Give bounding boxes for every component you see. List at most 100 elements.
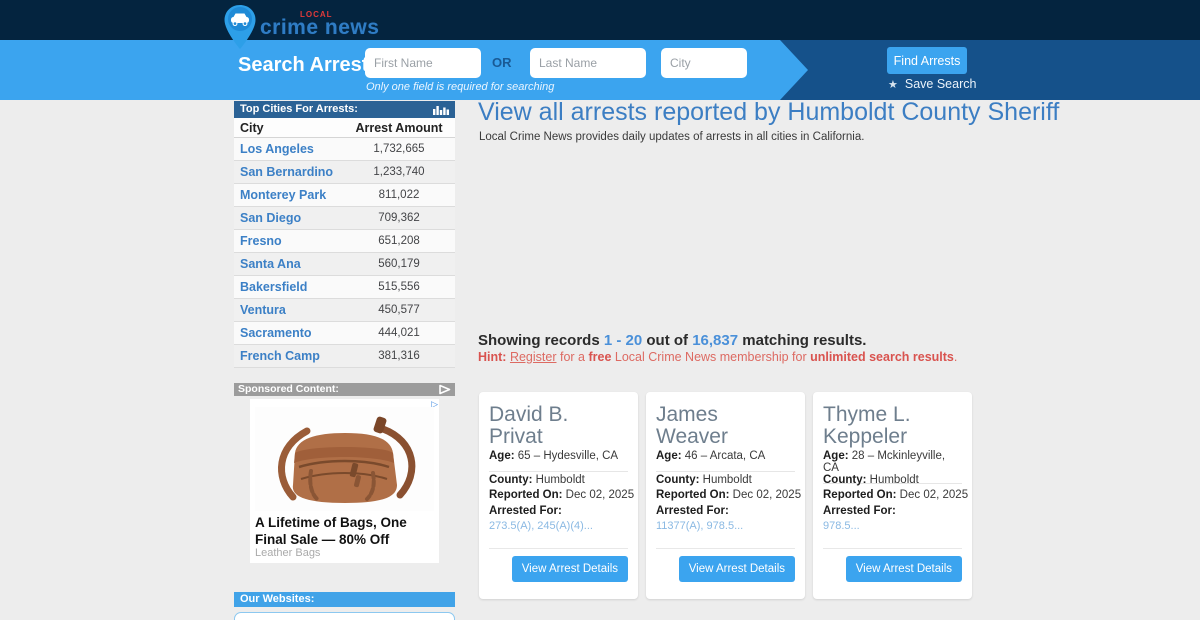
charges-link[interactable]: 978.5...: [823, 520, 860, 532]
hint-label: Hint:: [478, 350, 507, 364]
hint-period: .: [953, 350, 958, 364]
reported-label: Reported On:: [656, 489, 730, 502]
name-line1: James: [656, 403, 718, 426]
county-label: County:: [656, 474, 700, 486]
card-divider: [489, 548, 628, 549]
arrest-amount: 811,022: [378, 189, 420, 201]
hint-bold-end: unlimited search results: [810, 350, 954, 364]
county-value: Humboldt: [866, 474, 919, 486]
our-websites-bar: Our Websites:: [234, 592, 455, 607]
or-label: OR: [492, 55, 512, 70]
table-row: Los Angeles 1,732,665: [234, 138, 455, 161]
our-websites-box: [234, 612, 455, 620]
col-arrest-amount: Arrest Amount: [355, 120, 443, 135]
hint-mid2: Local Crime News membership for: [611, 350, 811, 364]
arrestee-name-link[interactable]: David B. Privat: [489, 403, 569, 449]
county-label: County:: [823, 474, 867, 486]
logo-name-label: crime news: [260, 16, 380, 39]
table-row: Ventura 450,577: [234, 299, 455, 322]
top-cities-header: Top Cities For Arrests:: [234, 101, 455, 118]
results-suffix: matching results.: [738, 332, 867, 349]
last-name-input[interactable]: [530, 48, 646, 78]
charges-link[interactable]: 273.5(A), 245(A)(4)...: [489, 520, 593, 532]
sponsored-content-label: Sponsored Content:: [238, 383, 339, 395]
view-arrest-details-button[interactable]: View Arrest Details: [845, 556, 962, 582]
city-link[interactable]: Ventura: [234, 303, 343, 317]
county-value: Humboldt: [532, 474, 585, 486]
our-websites-label: Our Websites:: [240, 593, 315, 605]
name-line2: Privat: [489, 425, 543, 449]
save-search-label: Save Search: [904, 77, 977, 91]
adchoices-icon[interactable]: [438, 384, 452, 395]
page-title: View all arrests reported by Humboldt Co…: [478, 98, 1060, 126]
city-link[interactable]: French Camp: [234, 349, 343, 363]
save-search-link[interactable]: ★ Save Search: [888, 77, 976, 91]
county-line: County: Humboldt: [656, 473, 801, 488]
advertisement[interactable]: ▷ A Lifetime of Bags, One Final Sale — 8…: [250, 399, 439, 563]
map-pin-car-icon: [224, 5, 256, 49]
search-helper-text: Only one field is required for searching: [366, 81, 555, 93]
city-link[interactable]: San Diego: [234, 211, 343, 225]
arrest-amount: 450,577: [378, 304, 420, 316]
first-name-input[interactable]: [365, 48, 481, 78]
register-link[interactable]: Register: [510, 350, 557, 364]
reported-value: Dec 02, 2025: [562, 489, 635, 502]
arrested-for-line: Arrested For:: [489, 504, 634, 519]
table-header-row: City Arrest Amount: [234, 118, 455, 138]
arrest-amount: 560,179: [378, 258, 420, 270]
hint-line: Hint: Register for a free Local Crime Ne…: [478, 350, 957, 364]
find-arrests-button[interactable]: Find Arrests: [887, 47, 967, 74]
city-link[interactable]: San Bernardino: [234, 165, 343, 179]
results-summary: Showing records 1 - 20 out of 16,837 mat…: [478, 332, 866, 349]
search-title: Search Arrests: [238, 54, 380, 76]
reported-value: Dec 02, 2025: [729, 489, 802, 502]
page: LOCAL crime news Home Cities List Statis…: [0, 0, 1200, 620]
results-prefix: Showing records: [478, 332, 604, 349]
table-row: Santa Ana 560,179: [234, 253, 455, 276]
table-row: Monterey Park 811,022: [234, 184, 455, 207]
arrest-info: County: Humboldt Reported On: Dec 02, 20…: [656, 473, 801, 535]
name-line1: David B.: [489, 403, 569, 426]
city-link[interactable]: Santa Ana: [234, 257, 343, 271]
name-line1: Thyme L.: [823, 403, 911, 426]
logo-text: LOCAL crime news: [260, 10, 379, 38]
city-link[interactable]: Los Angeles: [234, 142, 343, 156]
arrest-card: David B. Privat Age: 65 – Hydesville, CA…: [479, 392, 638, 599]
city-link[interactable]: Fresno: [234, 234, 343, 248]
view-arrest-details-button[interactable]: View Arrest Details: [678, 556, 795, 582]
charges-link[interactable]: 11377(A), 978.5...: [656, 520, 743, 532]
view-arrest-details-button[interactable]: View Arrest Details: [511, 556, 628, 582]
top-navbar: [0, 0, 1200, 40]
results-total: 16,837: [692, 332, 739, 349]
hint-free: free: [588, 350, 612, 364]
city-link[interactable]: Sacramento: [234, 326, 343, 340]
ad-headline[interactable]: A Lifetime of Bags, One Final Sale — 80%…: [255, 515, 435, 549]
city-link[interactable]: Monterey Park: [234, 188, 343, 202]
reported-value: Dec 02, 2025: [896, 489, 969, 502]
top-cities-header-label: Top Cities For Arrests:: [240, 103, 358, 115]
name-line2: Keppeler: [823, 425, 908, 449]
reported-line: Reported On: Dec 02, 2025: [823, 488, 968, 503]
table-row: Sacramento 444,021: [234, 322, 455, 345]
city-input[interactable]: [661, 48, 747, 78]
arrestee-name-link[interactable]: Thyme L. Keppeler: [823, 403, 911, 449]
sponsored-content-bar: Sponsored Content:: [234, 383, 455, 396]
arrested-for-label: Arrested For:: [489, 504, 562, 517]
age-label: Age:: [823, 450, 849, 462]
results-middle: out of: [642, 332, 693, 349]
table-row: Fresno 651,208: [234, 230, 455, 253]
city-link[interactable]: Bakersfield: [234, 280, 343, 294]
name-line2: Weaver: [656, 425, 728, 449]
site-logo[interactable]: LOCAL crime news: [222, 4, 379, 50]
county-value: Humboldt: [699, 474, 752, 486]
table-row: San Diego 709,362: [234, 207, 455, 230]
ad-image-handbag[interactable]: [255, 407, 434, 511]
table-row: San Bernardino 1,233,740: [234, 161, 455, 184]
arrest-amount: 381,316: [378, 350, 420, 362]
top-cities-table: City Arrest Amount Los Angeles 1,732,665…: [234, 118, 455, 368]
reported-label: Reported On:: [489, 489, 563, 502]
arrestee-name-link[interactable]: James Weaver: [656, 403, 728, 449]
arrest-card: Thyme L. Keppeler Age: 28 – Mckinleyvill…: [813, 392, 972, 599]
arrest-cards: David B. Privat Age: 65 – Hydesville, CA…: [479, 392, 972, 599]
arrested-for-line: Arrested For:: [656, 504, 801, 519]
